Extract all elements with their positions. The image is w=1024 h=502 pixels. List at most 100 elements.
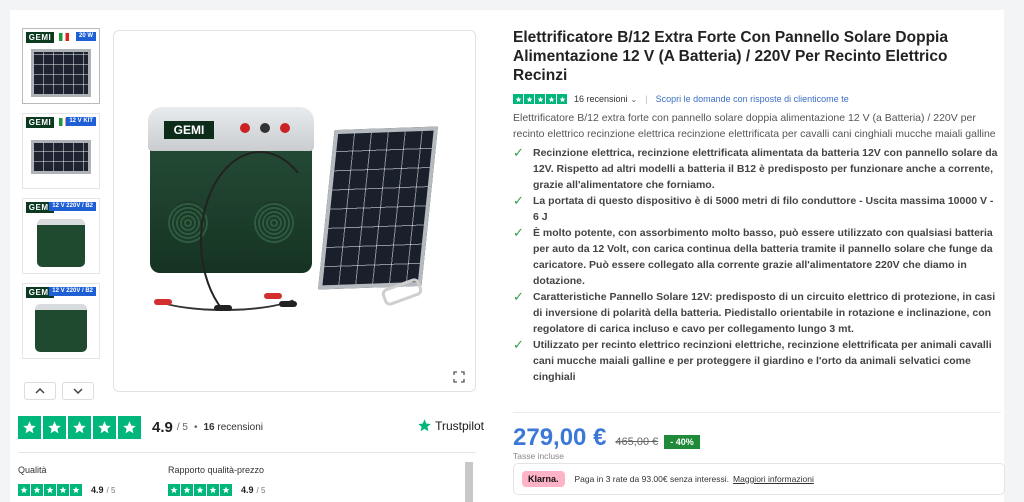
feature-item: ✓ La portata di questo dispositivo è di 5… [513, 193, 1001, 225]
review-count[interactable]: 16 recensioni [204, 422, 264, 433]
star-icon [57, 484, 69, 496]
red-clip [154, 299, 172, 305]
solar-panel-image [31, 49, 91, 97]
star-icon [18, 415, 41, 439]
star-icon [18, 484, 30, 496]
klarna-text: Paga in 3 rate da 93.00€ senza interessi… [574, 474, 730, 484]
star-rating [168, 484, 232, 496]
star-icon [68, 415, 91, 439]
qa-link[interactable]: Scopri le domande con risposte di client… [656, 94, 849, 104]
thumbnail-gallery: GEMI 20 W GEMI 12 V KIT GEMI 12 V 220V /… [16, 28, 106, 368]
main-product-image[interactable]: GEMI [113, 30, 476, 392]
separator-dot: • [193, 421, 198, 433]
thumbnail-badge: 20 W [75, 32, 96, 41]
star-rating [18, 484, 82, 496]
scrollbar-thumb[interactable] [465, 462, 473, 502]
terminal-red [240, 123, 250, 133]
check-icon: ✓ [513, 193, 524, 208]
old-price: 465,00 € [615, 436, 659, 448]
star-icon [546, 94, 556, 104]
star-icon [535, 94, 545, 104]
star-icon [118, 415, 141, 439]
sub-rating-score: 4.9 [91, 485, 104, 495]
star-icon [70, 484, 82, 496]
sub-rating-score: 4.9 [241, 485, 254, 495]
star-icon [44, 484, 56, 496]
black-clip [279, 301, 297, 307]
price-row: 279,00 € 465,00 € - 40% [513, 424, 700, 452]
star-rating [513, 94, 567, 104]
thumbnail-badge: 12 V 220V / B2 [49, 202, 96, 211]
terminal-black [260, 123, 270, 133]
klarna-more-link[interactable]: Maggiori informazioni [733, 474, 814, 484]
sub-rating-quality: Qualità 4.9 / 5 [18, 465, 115, 496]
thumbnail-4[interactable]: GEMI 12 V 220V / B2 [22, 283, 100, 359]
italy-flag-icon [59, 33, 69, 41]
terminal-red [280, 123, 290, 133]
thumbnail-badge: 12 V 220V / B2 [49, 287, 96, 296]
black-clip [214, 305, 232, 311]
feature-text: Caratteristiche Pannello Solare 12V: pre… [533, 291, 996, 335]
solar-panel-image [31, 140, 91, 174]
chevron-up-icon[interactable] [24, 382, 56, 400]
sub-rating-label: Rapporto qualità-prezzo [168, 465, 265, 475]
expand-icon[interactable] [453, 371, 465, 383]
review-count-label: recensioni [217, 421, 263, 433]
thumbnail-1[interactable]: GEMI 20 W [22, 28, 100, 104]
star-icon [524, 94, 534, 104]
reviews-dropdown[interactable]: 16 recensioni [574, 94, 628, 104]
star-icon [168, 484, 180, 496]
energizer-image [35, 304, 87, 352]
klarna-logo: Klarna. [522, 471, 565, 487]
brand-logo: GEMI [26, 117, 54, 128]
thumbnail-3[interactable]: GEMI 12 V 220V / B2 [22, 198, 100, 274]
feature-list: ✓ Recinzione elettrica, recinzione elettr… [513, 145, 1001, 385]
star-icon [557, 94, 567, 104]
feature-text: La portata di questo dispositivo è di 50… [533, 195, 994, 223]
sub-rating-label: Qualità [18, 465, 47, 475]
feature-item: ✓ È molto potente, con assorbimento molto… [513, 225, 1001, 289]
star-icon [194, 484, 206, 496]
review-count-number: 16 [203, 421, 215, 433]
check-icon: ✓ [513, 289, 524, 304]
star-icon [207, 484, 219, 496]
chevron-down-icon[interactable]: ⌄ [631, 95, 638, 104]
divider [513, 412, 1001, 413]
star-icon [31, 484, 43, 496]
feature-item: ✓ Caratteristiche Pannello Solare 12V: pr… [513, 289, 1001, 337]
red-clip [264, 293, 282, 299]
product-info: Elettrificatore B/12 Extra Forte Con Pan… [513, 28, 1001, 385]
thumbnail-badge: 12 V KIT [66, 117, 96, 126]
star-icon [181, 484, 193, 496]
trustpilot-star-icon [418, 419, 431, 432]
discount-badge: - 40% [664, 435, 700, 449]
product-page: GEMI 20 W GEMI 12 V KIT GEMI 12 V 220V /… [10, 10, 1005, 502]
tax-note: Tasse incluse [513, 451, 565, 461]
sub-rating-out-of: / 5 [256, 485, 266, 495]
trustpilot-logo[interactable]: Trustpilot [417, 418, 484, 433]
chevron-down-icon[interactable] [62, 382, 94, 400]
check-icon: ✓ [513, 337, 524, 352]
thumbnail-2[interactable]: GEMI 12 V KIT [22, 113, 100, 189]
rating-score: 4.9 [152, 418, 173, 436]
feature-text: Recinzione elettrica, recinzione elettri… [533, 147, 998, 191]
star-icon [93, 415, 116, 439]
brand-logo: GEMI [26, 32, 54, 43]
product-meta: 16 recensioni ⌄ | Scopri le domande con … [513, 94, 1001, 104]
klarna-banner: Klarna. Paga in 3 rate da 93.00€ senza i… [513, 463, 1005, 495]
feature-text: Utilizzato per recinto elettrico recinzi… [533, 339, 992, 383]
energizer-image [37, 219, 85, 267]
star-icon [220, 484, 232, 496]
feature-text: È molto potente, con assorbimento molto … [533, 227, 993, 287]
trustpilot-summary: 4.9 / 5 • 16 recensioni Trustpilot [18, 413, 484, 441]
gallery-nav [24, 382, 94, 400]
scrollbar[interactable] [465, 462, 473, 502]
solar-panel-illustration [318, 126, 438, 290]
star-rating [18, 415, 141, 439]
brand-logo: GEMI [164, 121, 214, 139]
trustpilot-label: Trustpilot [435, 418, 484, 433]
product-title: Elettrificatore B/12 Extra Forte Con Pan… [513, 29, 948, 84]
check-icon: ✓ [513, 225, 524, 240]
sub-rating-value: Rapporto qualità-prezzo 4.9 / 5 [168, 465, 265, 496]
star-icon [43, 415, 66, 439]
